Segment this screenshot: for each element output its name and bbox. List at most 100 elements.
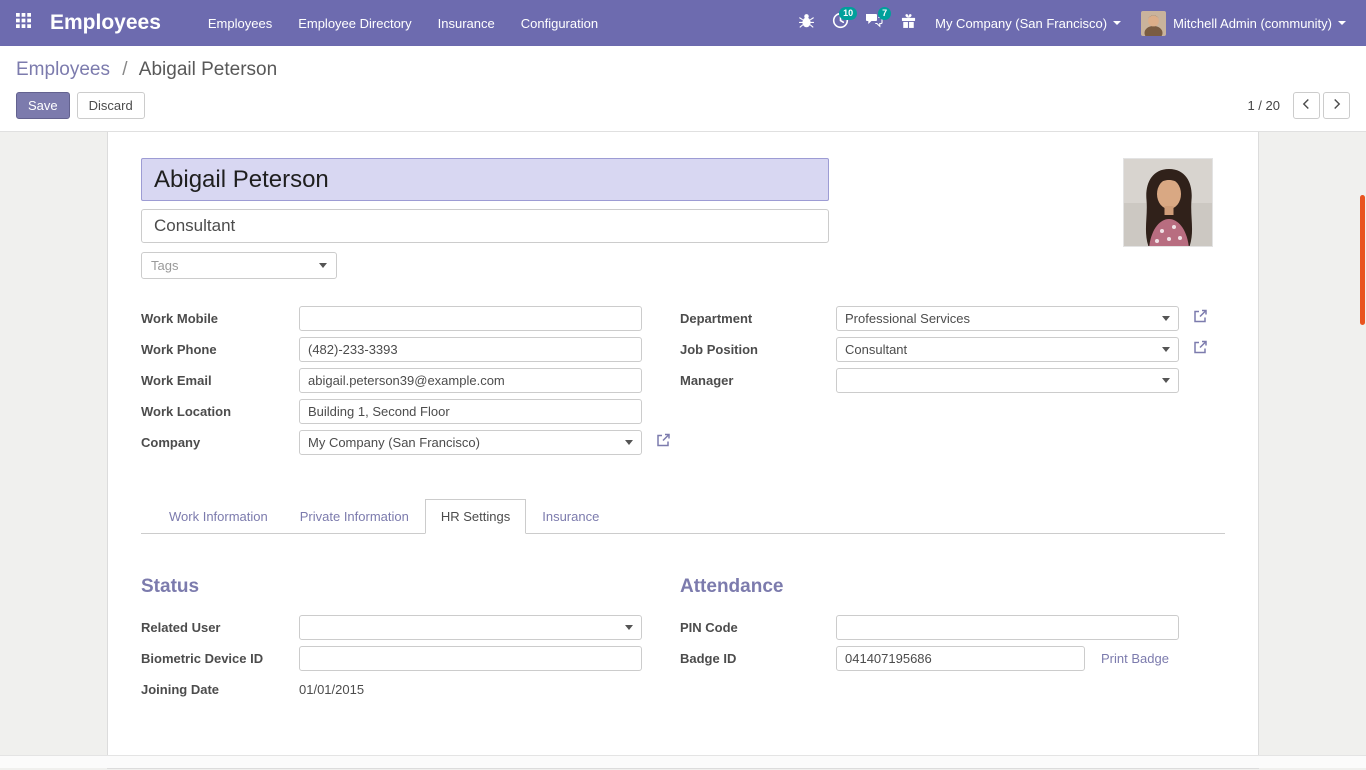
department-label: Department [680,311,836,326]
job-position-external-link-button[interactable] [1192,339,1209,360]
work-mobile-label: Work Mobile [141,311,299,326]
user-menu[interactable]: Mitchell Admin (community) [1131,0,1356,46]
apps-menu-button[interactable] [0,0,46,46]
main-fields: Work Mobile Work Phone Work Email Work L… [141,306,1225,461]
employee-name-input[interactable] [141,158,829,201]
company-value: My Company (San Francisco) [308,435,625,450]
menu-configuration[interactable]: Configuration [508,0,611,46]
chevron-down-icon [1113,21,1121,25]
work-phone-input[interactable] [299,337,642,362]
odoo-bot-button[interactable] [891,0,925,46]
company-select[interactable]: My Company (San Francisco) [299,430,642,455]
form-sheet: Tags Work Mobile [107,132,1259,769]
hr-settings-pane: Status Related User Biometric Device ID … [141,576,1225,708]
vertical-scrollbar-thumb[interactable] [1360,195,1365,325]
biometric-device-id-input[interactable] [299,646,642,671]
badge-id-input[interactable] [836,646,1085,671]
caret-down-icon [1162,378,1170,383]
caret-down-icon [319,263,327,268]
field-row: Department Professional Services [680,306,1225,331]
joining-date-value: 01/01/2015 [299,682,364,697]
joining-date-label: Joining Date [141,682,299,697]
notebook-tabs: Work Information Private Information HR … [141,499,1225,534]
chevron-left-icon [1302,98,1311,113]
control-panel: Employees / Abigail Peterson Save Discar… [0,46,1366,132]
work-location-label: Work Location [141,404,299,419]
work-mobile-input[interactable] [299,306,642,331]
field-row: Manager [680,368,1225,393]
caret-down-icon [1162,347,1170,352]
menu-employees[interactable]: Employees [195,0,285,46]
control-panel-actions: Save Discard 1 / 20 [16,92,1350,119]
menu-insurance[interactable]: Insurance [425,0,508,46]
app-name[interactable]: Employees [50,11,161,35]
company-label: Company [141,435,299,450]
job-title-input[interactable] [141,209,829,243]
attendance-group: Attendance PIN Code Badge ID Print Badge [680,576,1225,708]
pin-code-label: PIN Code [680,620,836,635]
pager-next-button[interactable] [1323,92,1350,119]
badge-id-label: Badge ID [680,651,836,666]
activities-button[interactable]: 10 [823,0,857,46]
print-badge-button[interactable]: Print Badge [1101,651,1169,666]
related-user-label: Related User [141,620,299,635]
company-external-link-button[interactable] [655,432,672,453]
biometric-device-id-label: Biometric Device ID [141,651,299,666]
department-select[interactable]: Professional Services [836,306,1179,331]
work-phone-label: Work Phone [141,342,299,357]
bug-icon [799,13,814,33]
job-position-label: Job Position [680,342,836,357]
discard-button[interactable]: Discard [77,92,145,119]
department-value: Professional Services [845,311,1162,326]
field-row: Work Mobile [141,306,680,331]
tab-work-information[interactable]: Work Information [153,499,284,534]
status-group-title: Status [141,576,680,598]
field-row: Badge ID Print Badge [680,646,1225,671]
left-field-column: Work Mobile Work Phone Work Email Work L… [141,306,680,461]
field-row: Work Location [141,399,680,424]
tags-select[interactable]: Tags [141,252,337,279]
company-name: My Company (San Francisco) [935,16,1107,31]
job-position-value: Consultant [845,342,1162,357]
save-button[interactable]: Save [16,92,70,119]
caret-down-icon [1162,316,1170,321]
manager-select[interactable] [836,368,1179,393]
horizontal-scrollbar-track[interactable] [0,755,1366,768]
top-navbar: Employees Employees Employee Directory I… [0,0,1366,46]
tab-private-information[interactable]: Private Information [284,499,425,534]
right-field-column: Department Professional Services Job Pos… [680,306,1225,461]
systray: 10 7 My Company (San Francisco) Mitchell… [789,0,1356,46]
employee-photo[interactable] [1123,158,1213,247]
field-row: Biometric Device ID [141,646,680,671]
company-switcher[interactable]: My Company (San Francisco) [925,0,1131,46]
breadcrumb-parent-link[interactable]: Employees [16,59,110,80]
field-row: Work Phone [141,337,680,362]
user-name: Mitchell Admin (community) [1173,16,1332,31]
tab-insurance[interactable]: Insurance [526,499,615,534]
work-email-input[interactable] [299,368,642,393]
field-row: Related User [141,615,680,640]
menu-employee-directory[interactable]: Employee Directory [285,0,424,46]
debug-button[interactable] [789,0,823,46]
messages-button[interactable]: 7 [857,0,891,46]
job-position-select[interactable]: Consultant [836,337,1179,362]
breadcrumb-separator: / [122,59,127,80]
external-link-icon [655,432,672,453]
message-count-badge: 7 [878,7,891,20]
pin-code-input[interactable] [836,615,1179,640]
field-row: Joining Date 01/01/2015 [141,677,680,702]
department-external-link-button[interactable] [1192,308,1209,329]
pager-previous-button[interactable] [1293,92,1320,119]
breadcrumb-current: Abigail Peterson [139,59,277,80]
chevron-down-icon [1338,21,1346,25]
work-email-label: Work Email [141,373,299,388]
related-user-select[interactable] [299,615,642,640]
work-location-input[interactable] [299,399,642,424]
external-link-icon [1192,308,1209,329]
pager: 1 / 20 [1247,92,1350,119]
apps-grid-icon [16,13,31,33]
user-avatar [1141,11,1166,36]
caret-down-icon [625,440,633,445]
chevron-right-icon [1332,98,1341,113]
tab-hr-settings[interactable]: HR Settings [425,499,526,534]
